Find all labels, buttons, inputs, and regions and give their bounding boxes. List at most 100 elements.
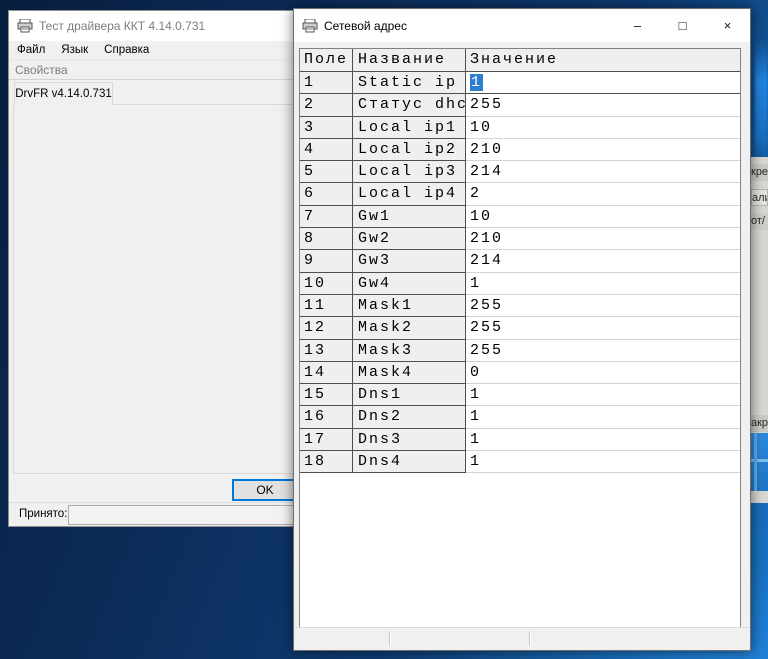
table-row: 5Local ip3214	[300, 161, 740, 183]
fragment-text: кре	[751, 164, 768, 181]
cell-param-value[interactable]: 210	[466, 139, 740, 161]
menu-help[interactable]: Справка	[96, 41, 157, 60]
cell-field-number: 4	[300, 139, 353, 161]
cell-param-value[interactable]: 255	[466, 94, 740, 116]
cell-field-number: 6	[300, 183, 353, 205]
window-controls: – □ ×	[615, 9, 750, 42]
main-statusbar: Принято:	[9, 502, 294, 526]
cell-field-number: 7	[300, 206, 353, 228]
cell-param-value[interactable]: 1	[466, 273, 740, 295]
cell-param-name: Mask2	[353, 317, 466, 339]
table-row: 11Mask1255	[300, 295, 740, 317]
cell-param-value[interactable]: 255	[466, 295, 740, 317]
table-row: 12Mask2255	[300, 317, 740, 339]
printer-icon	[17, 19, 33, 33]
cell-param-value[interactable]: 10	[466, 206, 740, 228]
cell-param-value[interactable]: 1	[466, 451, 740, 473]
cell-param-name: Mask1	[353, 295, 466, 317]
network-params-grid[interactable]: Поле Название Значение 1Static ip12Стату…	[299, 48, 741, 628]
cell-field-number: 17	[300, 429, 353, 451]
header-value: Значение	[466, 49, 740, 72]
statusbar-divider	[529, 631, 530, 646]
cell-param-name: Gw2	[353, 228, 466, 250]
cell-param-value[interactable]: 255	[466, 317, 740, 339]
table-row: 15Dns11	[300, 384, 740, 406]
table-row: 14Mask40	[300, 362, 740, 384]
cell-field-number: 13	[300, 340, 353, 362]
cell-param-name: Dns3	[353, 429, 466, 451]
cell-param-name: Mask4	[353, 362, 466, 384]
main-window: Тест драйвера ККТ 4.14.0.731 Файл Язык С…	[8, 10, 295, 527]
cell-param-name: Dns4	[353, 451, 466, 473]
network-address-dialog: Сетевой адрес – □ × Поле Название Значен…	[293, 8, 751, 651]
main-titlebar[interactable]: Тест драйвера ККТ 4.14.0.731	[9, 11, 294, 41]
ok-button[interactable]: OK	[232, 479, 295, 501]
cell-param-value[interactable]: 214	[466, 250, 740, 272]
dialog-title: Сетевой адрес	[324, 19, 407, 33]
cell-param-name: Gw1	[353, 206, 466, 228]
cell-param-name: Local ip2	[353, 139, 466, 161]
table-row: 18Dns41	[300, 451, 740, 473]
cell-param-value[interactable]: 255	[466, 340, 740, 362]
cell-param-name: Dns2	[353, 406, 466, 428]
selected-cell-text: 1	[470, 74, 483, 91]
table-row: 17Dns31	[300, 429, 740, 451]
fragment-text: акр	[751, 415, 768, 432]
menubar: Файл Язык Справка	[9, 41, 294, 60]
background-window-fragment: кре али от/ акр	[751, 157, 768, 503]
table-row: 6Local ip42	[300, 183, 740, 205]
cell-field-number: 3	[300, 117, 353, 139]
cell-param-value[interactable]: 1	[466, 406, 740, 428]
cell-field-number: 5	[300, 161, 353, 183]
tab-drvfr[interactable]: DrvFR v4.14.0.731	[14, 82, 113, 105]
cell-param-name: Local ip4	[353, 183, 466, 205]
menu-language[interactable]: Язык	[53, 41, 96, 60]
cell-param-value[interactable]: 1	[466, 72, 740, 94]
table-row: 10Gw41	[300, 273, 740, 295]
table-row: 13Mask3255	[300, 340, 740, 362]
table-row: 8Gw2210	[300, 228, 740, 250]
cell-param-value[interactable]: 2	[466, 183, 740, 205]
cell-param-name: Mask3	[353, 340, 466, 362]
table-row: 3Local ip110	[300, 117, 740, 139]
cell-field-number: 2	[300, 94, 353, 116]
fragment-text: от/	[751, 213, 768, 230]
cell-field-number: 11	[300, 295, 353, 317]
cell-field-number: 15	[300, 384, 353, 406]
table-row: 2Статус dhcp255	[300, 94, 740, 116]
cell-param-name: Gw4	[353, 273, 466, 295]
tab-panel	[13, 104, 295, 474]
cell-param-value[interactable]: 1	[466, 429, 740, 451]
cell-param-name: Gw3	[353, 250, 466, 272]
dialog-titlebar[interactable]: Сетевой адрес – □ ×	[294, 9, 750, 42]
maximize-button[interactable]: □	[660, 9, 705, 42]
main-window-title: Тест драйвера ККТ 4.14.0.731	[39, 19, 205, 33]
header-field: Поле	[300, 49, 353, 72]
table-row: 7Gw110	[300, 206, 740, 228]
cell-field-number: 16	[300, 406, 353, 428]
fragment-text: али	[751, 189, 768, 206]
table-row: 9Gw3214	[300, 250, 740, 272]
minimize-button[interactable]: –	[615, 9, 660, 42]
menu-file[interactable]: Файл	[9, 41, 53, 60]
window-logo-fragment	[751, 433, 768, 491]
wallpaper-light-beam	[755, 38, 768, 168]
close-button[interactable]: ×	[705, 9, 750, 42]
cell-field-number: 18	[300, 451, 353, 473]
cell-param-value[interactable]: 210	[466, 228, 740, 250]
cell-param-name: Статус dhcp	[353, 94, 466, 116]
properties-caption: Свойства	[9, 61, 294, 80]
cell-param-value[interactable]: 0	[466, 362, 740, 384]
cell-param-name: Dns1	[353, 384, 466, 406]
table-row: 4Local ip2210	[300, 139, 740, 161]
header-name: Название	[353, 49, 466, 72]
desktop-background: кре али от/ акр Тест драйвера ККТ 4.14.0…	[0, 0, 768, 659]
cell-param-value[interactable]: 1	[466, 384, 740, 406]
cell-param-value[interactable]: 10	[466, 117, 740, 139]
table-row: 1Static ip1	[300, 72, 740, 94]
cell-field-number: 10	[300, 273, 353, 295]
accepted-field	[68, 505, 295, 525]
table-row: 16Dns21	[300, 406, 740, 428]
cell-param-value[interactable]: 214	[466, 161, 740, 183]
cell-field-number: 14	[300, 362, 353, 384]
